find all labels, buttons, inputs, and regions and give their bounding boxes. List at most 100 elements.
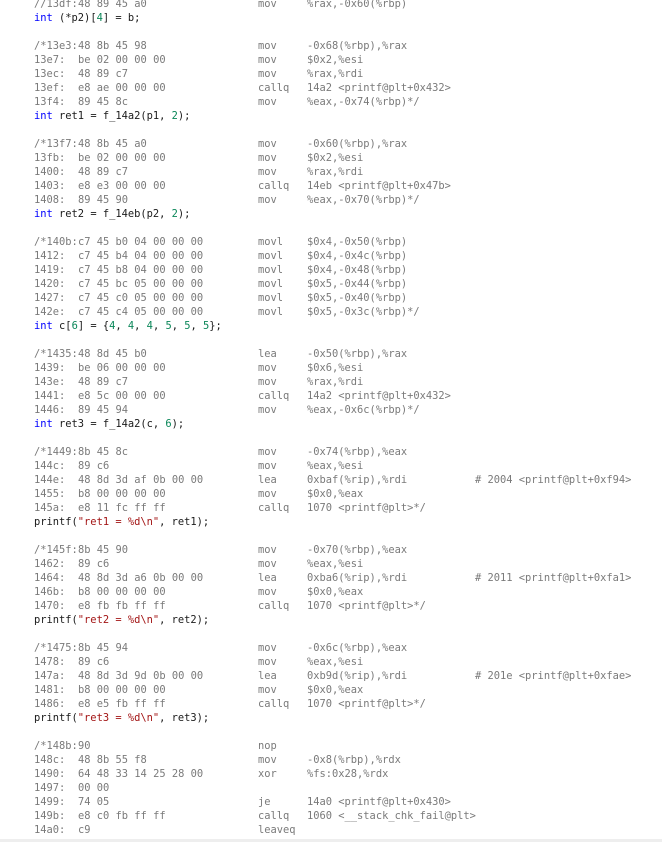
asm-operands: 0xba6(%rip),%rdi [307, 572, 408, 584]
code-listing: //13df: 48 89 45 a0 mov %rax,-0x60(%rbp) int… [0, 0, 662, 837]
asm-address: 13ec: [34, 68, 66, 80]
source-line: int (*p2)[4] = b; [0, 11, 662, 25]
asm-comment: # 2004 <printf@plt+0xf94> [475, 474, 632, 486]
asm-mnemonic: lea [258, 474, 277, 486]
asm-mnemonic: mov [258, 446, 277, 458]
source-line: printf("ret3 = %d\n", ret3); [0, 711, 662, 725]
asm-address: 14a0: [34, 824, 66, 836]
asm-address: 149b: [34, 810, 66, 822]
asm-line: 13f4: 89 45 8c mov %eax,-0x74(%rbp)*/ [0, 95, 662, 109]
asm-bytes: 8b 45 94 [78, 642, 129, 654]
source-code: int (*p2)[4] = b; [34, 11, 140, 25]
asm-address: /*1475: [34, 642, 78, 654]
asm-comment: # 2011 <printf@plt+0xfa1> [475, 572, 632, 584]
asm-mnemonic: callq [258, 390, 290, 402]
asm-operands: -0x60(%rbp),%rax [307, 138, 408, 150]
asm-operands: -0x6c(%rbp),%eax [307, 642, 408, 654]
asm-mnemonic: movl [258, 236, 284, 248]
asm-line: //13df: 48 89 45 a0 mov %rax,-0x60(%rbp) [0, 0, 662, 11]
asm-address: /*13f7: [34, 138, 78, 150]
asm-bytes: be 02 00 00 00 [78, 152, 166, 164]
asm-line: /*1435: 48 8d 45 b0 lea -0x50(%rbp),%rax [0, 347, 662, 361]
code-token: ret2 = f_14eb(p2, [52, 208, 172, 220]
asm-line: 143e: 48 89 c7 mov %rax,%rdi [0, 375, 662, 389]
code-token: ret1 = f_14a2(p1, [52, 110, 172, 122]
asm-bytes: 8b 45 90 [78, 544, 129, 556]
asm-mnemonic: xor [258, 768, 277, 780]
asm-address: 143e: [34, 376, 66, 388]
asm-line: 146b: b8 00 00 00 00 mov $0x0,%eax [0, 585, 662, 599]
asm-mnemonic: movl [258, 250, 284, 262]
asm-mnemonic: callq [258, 698, 290, 710]
asm-operands: 14eb <printf@plt+0x47b> [307, 180, 451, 192]
asm-line: 148c: 48 8b 55 f8 mov -0x8(%rbp),%rdx [0, 753, 662, 767]
asm-mnemonic: mov [258, 642, 277, 654]
asm-bytes: e8 e5 fb ff ff [78, 698, 166, 710]
asm-address: 1412: [34, 250, 66, 262]
asm-operands: 1070 <printf@plt>*/ [307, 698, 426, 710]
asm-line: 13ef: e8 ae 00 00 00 callq 14a2 <printf@plt… [0, 81, 662, 95]
keyword-token: int [34, 418, 53, 430]
asm-mnemonic: mov [258, 138, 277, 150]
asm-operands: $0x0,%eax [307, 684, 364, 696]
asm-mnemonic: callq [258, 82, 290, 94]
source-line: int c[6] = {4, 4, 4, 5, 5, 5}; [0, 319, 662, 333]
code-token: ); [171, 418, 185, 430]
asm-mnemonic: mov [258, 152, 277, 164]
asm-address: /*140b: [34, 236, 78, 248]
asm-bytes: 89 c6 [78, 460, 110, 472]
asm-line: 14a0: c9 leaveq [0, 823, 662, 837]
asm-bytes: 89 c6 [78, 656, 110, 668]
asm-bytes: e8 11 fc ff ff [78, 502, 166, 514]
asm-line: 1486: e8 e5 fb ff ff callq 1070 <printf@plt… [0, 697, 662, 711]
code-token: }; [209, 320, 222, 332]
asm-line: 1439: be 06 00 00 00 mov $0x6,%esi [0, 361, 662, 375]
asm-bytes: 90 [78, 740, 91, 752]
asm-line: 1455: b8 00 00 00 00 mov $0x0,%eax [0, 487, 662, 501]
asm-mnemonic: lea [258, 572, 277, 584]
asm-operands: -0x50(%rbp),%rax [307, 348, 408, 360]
code-token: , [190, 320, 204, 332]
source-code: int ret1 = f_14a2(p1, 2); [34, 109, 190, 123]
asm-bytes: c7 45 c0 05 00 00 00 [78, 292, 204, 304]
asm-operands: 1060 <__stack_chk_fail@plt> [307, 810, 476, 822]
source-code: int ret2 = f_14eb(p2, 2); [34, 207, 190, 221]
asm-operands: $0x5,-0x44(%rbp) [307, 278, 408, 290]
asm-line: /*148b: 90 nop [0, 739, 662, 753]
asm-address: 1446: [34, 404, 66, 416]
code-token: ret3 = f_14a2(c, [52, 418, 166, 430]
asm-operands: %rax,%rdi [307, 376, 364, 388]
asm-mnemonic: mov [258, 544, 277, 556]
asm-operands: $0x0,%eax [307, 488, 364, 500]
asm-operands: %rax,%rdi [307, 68, 364, 80]
asm-operands: 14a2 <printf@plt+0x432> [307, 390, 451, 402]
asm-bytes: e8 c0 fb ff ff [78, 810, 166, 822]
asm-mnemonic: mov [258, 684, 277, 696]
asm-bytes: c7 45 b8 04 00 00 00 [78, 264, 204, 276]
asm-address: 1462: [34, 558, 66, 570]
source-line: int ret1 = f_14a2(p1, 2); [0, 109, 662, 123]
asm-mnemonic: leaveq [258, 824, 296, 836]
asm-line: 145a: e8 11 fc ff ff callq 1070 <printf@plt… [0, 501, 662, 515]
asm-mnemonic: movl [258, 306, 284, 318]
asm-line: 144c: 89 c6 mov %eax,%esi [0, 459, 662, 473]
code-token: printf( [34, 614, 78, 626]
asm-line: 1490: 64 48 33 14 25 28 00 xor %fs:0x28,%rd… [0, 767, 662, 781]
asm-address: 13f4: [34, 96, 66, 108]
asm-bytes: 48 89 c7 [78, 68, 129, 80]
asm-line: 147a: 48 8d 3d 9d 0b 00 00 lea 0xb9d(%rip),… [0, 669, 662, 683]
code-token: c[ [52, 320, 72, 332]
asm-bytes: 64 48 33 14 25 28 00 [78, 768, 204, 780]
asm-operands: %fs:0x28,%rdx [307, 768, 389, 780]
code-token: ); [177, 110, 191, 122]
asm-mnemonic: mov [258, 40, 277, 52]
asm-line: 144e: 48 8d 3d af 0b 00 00 lea 0xbaf(%rip),… [0, 473, 662, 487]
asm-address: 146b: [34, 586, 66, 598]
asm-address: 1408: [34, 194, 66, 206]
code-token: , [134, 320, 147, 332]
asm-line: 1478: 89 c6 mov %eax,%esi [0, 655, 662, 669]
asm-line: 1464: 48 8d 3d a6 0b 00 00 lea 0xba6(%rip),… [0, 571, 662, 585]
asm-mnemonic: mov [258, 754, 277, 766]
